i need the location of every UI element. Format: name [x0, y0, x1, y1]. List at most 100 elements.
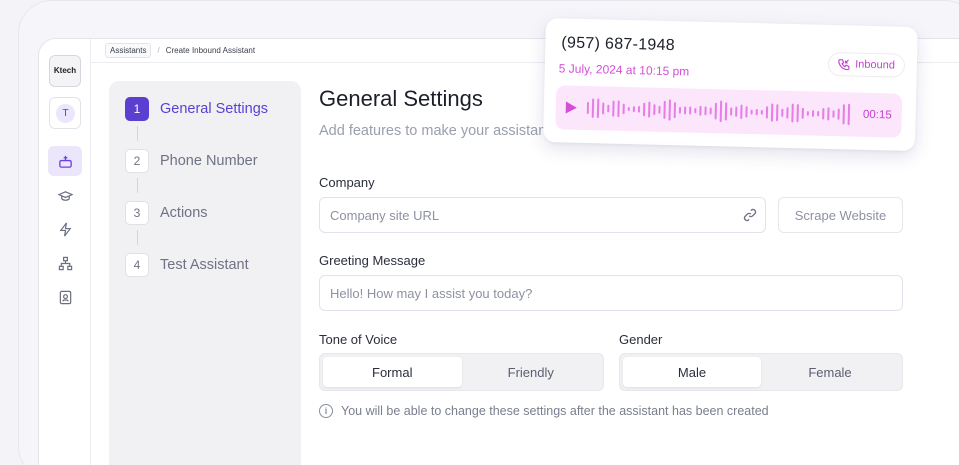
graduation-cap-icon[interactable]: [48, 181, 82, 211]
greeting-label: Greeting Message: [319, 253, 426, 268]
waveform-bar: [683, 106, 687, 115]
audio-player: 00:15: [555, 85, 903, 138]
waveform-bar: [663, 100, 666, 119]
caller-phone-number: (957) 687-1948: [561, 34, 676, 55]
step-label: Test Assistant: [160, 257, 249, 273]
tone-label: Tone of Voice: [319, 332, 398, 347]
assistant-icon[interactable]: [48, 146, 82, 176]
waveform-bar: [586, 102, 589, 115]
step-label: General Settings: [160, 101, 269, 117]
waveform-bar: [827, 107, 830, 121]
step-test-assistant[interactable]: 4 Test Assistant: [125, 253, 249, 277]
lightning-icon[interactable]: [48, 214, 82, 244]
tone-option-formal[interactable]: Formal: [323, 357, 462, 387]
tone-option-friendly[interactable]: Friendly: [462, 357, 601, 387]
avatar-initial: T: [56, 104, 75, 123]
waveform-bar: [689, 106, 692, 115]
tone-segmented-control: Formal Friendly: [319, 353, 604, 391]
waveform-bar: [607, 104, 610, 113]
waveform-bar: [822, 108, 825, 120]
waveform-bar: [602, 102, 605, 115]
waveform-bar: [719, 100, 723, 123]
waveform-bar: [781, 108, 784, 117]
waveform-bar: [678, 106, 682, 114]
breadcrumb-assistants[interactable]: Assistants: [105, 43, 152, 58]
step-label: Phone Number: [160, 153, 258, 169]
waveform[interactable]: [586, 95, 853, 127]
waveform-bar: [637, 105, 641, 113]
waveform-bar: [642, 102, 646, 117]
play-icon[interactable]: [565, 101, 577, 114]
waveform-bar: [709, 107, 712, 115]
waveform-bar: [786, 107, 789, 119]
step-connector: [137, 126, 138, 141]
info-icon: i: [319, 404, 333, 418]
step-label: Actions: [160, 205, 208, 221]
step-connector: [137, 230, 138, 245]
step-number: 3: [125, 201, 149, 225]
waveform-bar: [724, 102, 728, 121]
waveform-bar: [714, 102, 717, 120]
step-actions[interactable]: 3 Actions: [125, 201, 208, 225]
step-general-settings[interactable]: 1 General Settings: [125, 97, 268, 121]
waveform-bar: [617, 100, 620, 118]
company-url-placeholder: Company site URL: [330, 207, 440, 223]
waveform-bar: [612, 100, 615, 117]
waveform-bar: [760, 109, 763, 115]
waveform-bar: [704, 106, 707, 116]
step-connector: [137, 178, 138, 193]
avatar[interactable]: T: [49, 97, 81, 129]
waveform-bar: [699, 105, 702, 116]
waveform-bar: [591, 98, 595, 118]
waveform-bar: [740, 104, 743, 119]
breadcrumb-separator: /: [157, 46, 160, 55]
waveform-bar: [673, 102, 677, 119]
waveform-bar: [801, 107, 804, 119]
waveform-bar: [842, 104, 845, 125]
gender-option-male[interactable]: Male: [623, 357, 761, 387]
icon-rail: Ktech T: [39, 39, 91, 465]
greeting-message-input[interactable]: Hello! How may I assist you today?: [319, 275, 903, 311]
link-icon: [735, 208, 765, 222]
waveform-bar: [775, 104, 779, 122]
call-card: (957) 687-1948 5 July, 2024 at 10:15 pm …: [542, 18, 918, 152]
org-chart-icon[interactable]: [48, 248, 82, 278]
waveform-bar: [796, 104, 799, 123]
step-phone-number[interactable]: 2 Phone Number: [125, 149, 258, 173]
company-label: Company: [319, 175, 375, 190]
scrape-website-button[interactable]: Scrape Website: [778, 197, 903, 233]
waveform-bar: [806, 111, 809, 116]
inbound-badge: Inbound: [827, 51, 906, 78]
waveform-bar: [596, 98, 600, 119]
gender-option-female[interactable]: Female: [761, 357, 899, 387]
waveform-bar: [745, 106, 748, 118]
waveform-bar: [750, 109, 753, 115]
waveform-bar: [627, 107, 630, 112]
waveform-bar: [632, 106, 635, 113]
settings-note: i You will be able to change these setti…: [319, 404, 769, 418]
audio-duration: 00:15: [862, 108, 892, 122]
waveform-bar: [648, 101, 651, 118]
waveform-bar: [765, 106, 769, 119]
waveform-bar: [730, 107, 733, 116]
step-number: 2: [125, 149, 149, 173]
page-title: General Settings: [319, 86, 483, 111]
contact-card-icon[interactable]: [48, 282, 82, 312]
gender-segmented-control: Male Female: [619, 353, 903, 391]
company-url-input[interactable]: Company site URL: [319, 197, 766, 233]
phone-incoming-icon: [838, 59, 850, 71]
greeting-placeholder: Hello! How may I assist you today?: [330, 285, 533, 301]
step-number: 1: [125, 97, 149, 121]
company-logo[interactable]: Ktech: [49, 55, 81, 87]
breadcrumb-current: Create Inbound Assistant: [165, 46, 256, 55]
waveform-bar: [811, 110, 815, 117]
call-date: 5 July, 2024 at 10:15 pm: [558, 61, 690, 79]
waveform-bar: [653, 104, 656, 116]
settings-note-text: You will be able to change these setting…: [341, 404, 769, 418]
step-number: 4: [125, 253, 149, 277]
waveform-bar: [668, 99, 671, 121]
gender-label: Gender: [619, 332, 663, 347]
waveform-bar: [847, 103, 851, 126]
waveform-bar: [817, 110, 820, 117]
waveform-bar: [770, 103, 774, 122]
